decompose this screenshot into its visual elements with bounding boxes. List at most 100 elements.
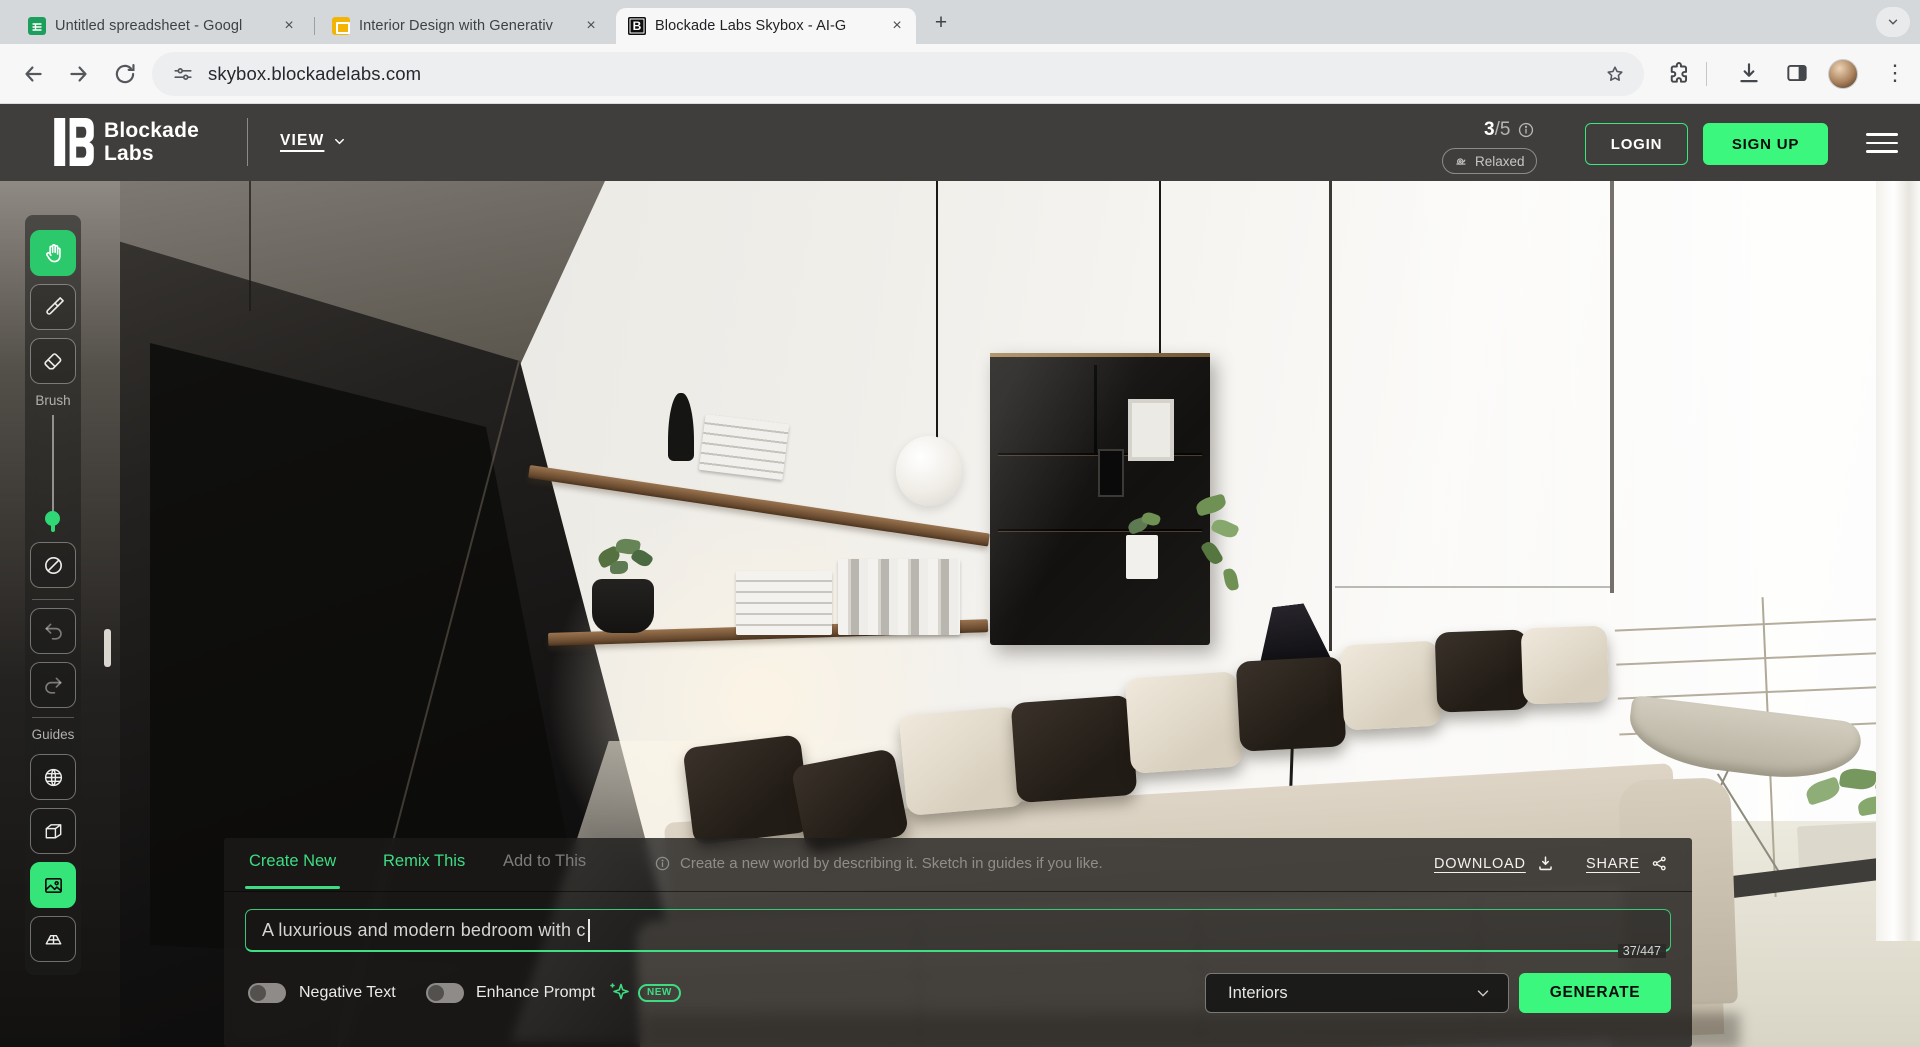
cube-icon <box>42 820 65 843</box>
brush-size-slider[interactable] <box>52 415 54 515</box>
tab-blockade-labs[interactable]: B Blockade Labs Skybox - AI-G × <box>616 8 916 44</box>
view-menu[interactable]: VIEW <box>280 132 347 150</box>
blockade-labs-logo[interactable] <box>52 118 96 166</box>
generation-credits: 3/5 <box>1484 119 1535 141</box>
scene-pendant-cord <box>1159 181 1161 355</box>
scene-window-frame <box>1329 181 1332 651</box>
site-settings-icon[interactable] <box>172 63 194 85</box>
scene-pillow <box>1011 695 1138 803</box>
blockade-favicon: B <box>628 17 646 35</box>
tab-title: Blockade Labs Skybox - AI-G <box>655 18 880 34</box>
share-link[interactable]: SHARE <box>1586 854 1669 873</box>
enhance-prompt-toggle[interactable] <box>426 983 464 1003</box>
tab-title: Interior Design with Generativ <box>359 18 574 34</box>
prompt-tabs: Create New Remix This Add to This Create… <box>224 838 1692 892</box>
scene-globe-lamp <box>896 436 962 506</box>
reload-button[interactable] <box>112 61 138 87</box>
forward-button[interactable] <box>66 61 92 87</box>
login-button[interactable]: LOGIN <box>1585 123 1688 165</box>
prompt-hint: Create a new world by describing it. Ske… <box>654 855 1103 872</box>
share-icon <box>1650 854 1669 873</box>
undo-icon <box>42 620 65 643</box>
info-icon <box>654 855 671 872</box>
prompt-panel: Create New Remix This Add to This Create… <box>224 838 1692 1047</box>
chevron-down-icon <box>1474 984 1492 1002</box>
sphere-guide-button[interactable] <box>30 754 76 800</box>
header-divider <box>247 118 248 166</box>
tab-create-new[interactable]: Create New <box>249 852 336 871</box>
chrome-menu-icon[interactable]: ⋮ <box>1882 60 1908 86</box>
style-select[interactable]: Interiors <box>1205 973 1509 1013</box>
profile-avatar[interactable] <box>1828 59 1858 89</box>
tab-google-sheets[interactable]: Untitled spreadsheet - Googl × <box>16 8 308 44</box>
character-counter: 37/447 <box>1618 944 1666 958</box>
scene-pillow <box>1236 656 1347 751</box>
scene-cube-shelf <box>990 353 1210 645</box>
floor-grid-guide-button[interactable] <box>30 916 76 962</box>
tab-add-to-this[interactable]: Add to This <box>503 852 586 871</box>
tab-close-icon[interactable]: × <box>280 17 298 35</box>
download-icon <box>1536 854 1555 873</box>
browser-tab-strip: Untitled spreadsheet - Googl × Interior … <box>0 0 1920 44</box>
page-content: Blockade Labs VIEW 3/5 Relaxed LOGIN SIG… <box>0 104 1920 1047</box>
downloads-icon[interactable] <box>1736 60 1762 86</box>
cube-guide-button[interactable] <box>30 808 76 854</box>
relaxed-snail-icon <box>1454 154 1469 169</box>
enhance-prompt-label: Enhance Prompt <box>476 984 595 1002</box>
tab-title: Untitled spreadsheet - Googl <box>55 18 272 34</box>
pan-tool-button[interactable] <box>30 230 76 276</box>
signup-button[interactable]: SIGN UP <box>1703 123 1828 165</box>
scene-curtain <box>1876 181 1920 941</box>
negative-text-label: Negative Text <box>299 984 396 1002</box>
eraser-icon <box>42 350 65 373</box>
site-header: Blockade Labs VIEW 3/5 Relaxed LOGIN SIG… <box>0 104 1920 181</box>
drawing-tools-panel: Brush Guides <box>25 215 81 975</box>
redo-icon <box>42 674 65 697</box>
redo-button[interactable] <box>30 662 76 708</box>
hand-icon <box>42 242 65 265</box>
new-tab-button[interactable]: + <box>928 10 954 36</box>
scene-plant-pot <box>592 579 654 633</box>
download-link[interactable]: DOWNLOAD <box>1434 854 1555 873</box>
prompt-input[interactable]: A luxurious and modern bedroom with c <box>245 909 1671 952</box>
menu-hamburger-icon[interactable] <box>1866 133 1898 153</box>
side-panel-icon[interactable] <box>1784 60 1810 86</box>
tab-google-slides[interactable]: Interior Design with Generativ × <box>320 8 610 44</box>
bookmark-star-icon[interactable] <box>1604 63 1626 85</box>
info-icon[interactable] <box>1517 121 1535 139</box>
prompt-text: A luxurious and modern bedroom with c <box>262 920 586 941</box>
browser-window: Untitled spreadsheet - Googl × Interior … <box>0 0 1920 1047</box>
floor-grid-icon <box>42 928 65 951</box>
brush-section-label: Brush <box>25 393 81 408</box>
tab-search-chevron-icon[interactable] <box>1876 7 1910 37</box>
tab-separator <box>314 17 315 35</box>
toolbar-divider <box>1706 62 1707 86</box>
image-guide-button[interactable] <box>30 862 76 908</box>
brush-size-slider-thumb[interactable] <box>45 511 60 526</box>
scene-pillow <box>1340 640 1442 730</box>
browser-toolbar: skybox.blockadelabs.com ⋮ <box>0 44 1920 104</box>
scene-pillow <box>1435 629 1530 712</box>
extensions-icon[interactable] <box>1666 60 1692 86</box>
image-icon <box>42 874 65 897</box>
url-bar[interactable]: skybox.blockadelabs.com <box>152 52 1644 96</box>
chevron-down-icon <box>332 134 347 149</box>
url-text[interactable]: skybox.blockadelabs.com <box>208 63 421 85</box>
scene-door-handle <box>104 629 111 667</box>
new-feature-badge: NEW <box>638 984 681 1002</box>
tab-remix-this[interactable]: Remix This <box>383 852 465 871</box>
scene-pillow <box>682 734 811 846</box>
tab-close-icon[interactable]: × <box>582 17 600 35</box>
scene-window-frame <box>1610 181 1614 593</box>
back-button[interactable] <box>20 61 46 87</box>
undo-button[interactable] <box>30 608 76 654</box>
negative-text-toggle[interactable] <box>248 983 286 1003</box>
tab-close-icon[interactable]: × <box>888 17 906 35</box>
speed-mode-badge[interactable]: Relaxed <box>1442 148 1537 174</box>
brush-icon <box>42 296 65 319</box>
generate-button[interactable]: GENERATE <box>1519 973 1671 1013</box>
eraser-tool-button[interactable] <box>30 338 76 384</box>
clear-tool-button[interactable] <box>30 542 76 588</box>
brush-tool-button[interactable] <box>30 284 76 330</box>
circle-slash-icon <box>42 554 65 577</box>
